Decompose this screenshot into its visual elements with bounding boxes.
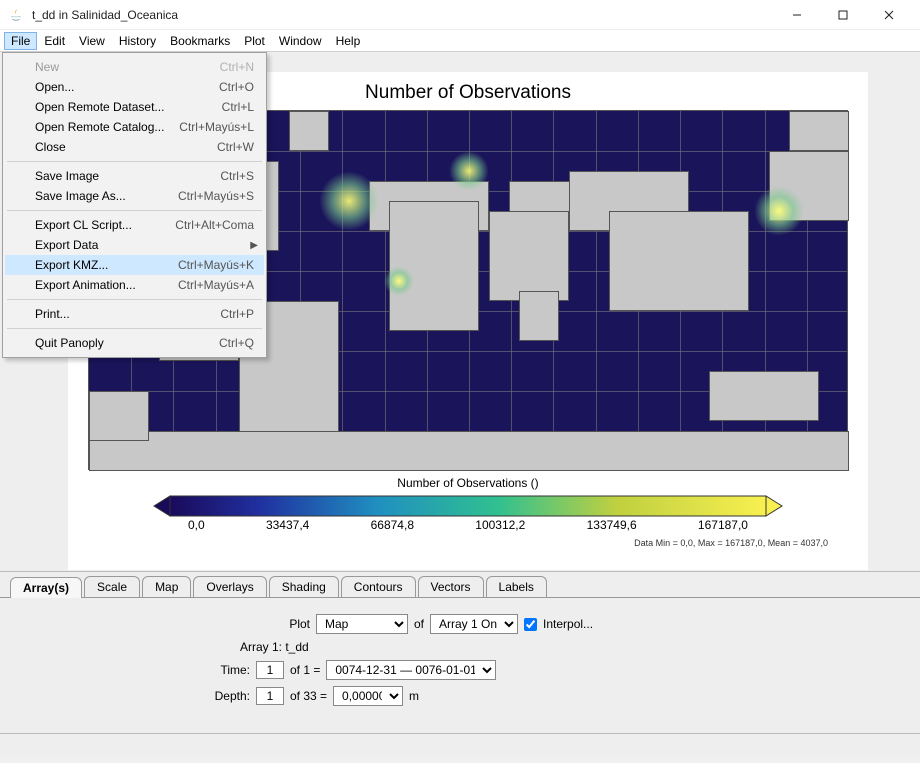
tick-5: 167187,0 bbox=[698, 518, 748, 532]
window-title: t_dd in Salinidad_Oceanica bbox=[32, 8, 774, 22]
tab-contours[interactable]: Contours bbox=[341, 576, 416, 597]
of-label: of bbox=[414, 617, 424, 631]
menu-help[interactable]: Help bbox=[329, 32, 368, 50]
title-bar: t_dd in Salinidad_Oceanica bbox=[0, 0, 920, 30]
menu-view[interactable]: View bbox=[72, 32, 112, 50]
time-index-input[interactable] bbox=[256, 661, 284, 679]
depth-unit: m bbox=[409, 689, 419, 703]
tab-overlays[interactable]: Overlays bbox=[193, 576, 266, 597]
menu-bookmarks[interactable]: Bookmarks bbox=[163, 32, 237, 50]
tick-3: 100312,2 bbox=[475, 518, 525, 532]
tab-scale[interactable]: Scale bbox=[84, 576, 140, 597]
minimize-button[interactable] bbox=[774, 0, 820, 30]
maximize-button[interactable] bbox=[820, 0, 866, 30]
depth-index-input[interactable] bbox=[256, 687, 284, 705]
menu-item-export-cl-script[interactable]: Export CL Script...Ctrl+Alt+Coma bbox=[5, 215, 264, 235]
menu-item-open[interactable]: Open...Ctrl+O bbox=[5, 77, 264, 97]
file-dropdown: NewCtrl+NOpen...Ctrl+OOpen Remote Datase… bbox=[2, 52, 267, 358]
tick-2: 66874,8 bbox=[371, 518, 414, 532]
menu-item-open-remote-catalog[interactable]: Open Remote Catalog...Ctrl+Mayús+L bbox=[5, 117, 264, 137]
time-label: Time: bbox=[200, 663, 250, 677]
legend-title: Number of Observations () bbox=[78, 476, 858, 490]
tab-vectors[interactable]: Vectors bbox=[418, 576, 484, 597]
tab-arrays[interactable]: Array(s) bbox=[10, 577, 82, 598]
depth-value-select[interactable]: 0,00000 bbox=[333, 686, 403, 706]
time-value-select[interactable]: 0074-12-31 — 0076-01-01 bbox=[326, 660, 496, 680]
tab-labels[interactable]: Labels bbox=[486, 576, 547, 597]
menu-item-export-kmz[interactable]: Export KMZ...Ctrl+Mayús+K bbox=[5, 255, 264, 275]
time-of: of 1 = bbox=[290, 663, 320, 677]
menu-item-export-animation[interactable]: Export Animation...Ctrl+Mayús+A bbox=[5, 275, 264, 295]
menu-history[interactable]: History bbox=[112, 32, 163, 50]
tab-map[interactable]: Map bbox=[142, 576, 191, 597]
java-icon bbox=[8, 7, 24, 23]
menu-item-close[interactable]: CloseCtrl+W bbox=[5, 137, 264, 157]
array-select[interactable]: Array 1 Only bbox=[430, 614, 518, 634]
plot-label: Plot bbox=[200, 617, 310, 631]
interpolate-label: Interpol... bbox=[543, 617, 593, 631]
menu-window[interactable]: Window bbox=[272, 32, 329, 50]
menu-item-open-remote-dataset[interactable]: Open Remote Dataset...Ctrl+L bbox=[5, 97, 264, 117]
status-bar bbox=[0, 733, 920, 755]
stats-line: Data Min = 0,0, Max = 167187,0, Mean = 4… bbox=[78, 538, 858, 548]
tick-1: 33437,4 bbox=[266, 518, 309, 532]
menu-file[interactable]: File bbox=[4, 32, 37, 50]
menu-bar: File Edit View History Bookmarks Plot Wi… bbox=[0, 30, 920, 52]
tick-0: 0,0 bbox=[188, 518, 205, 532]
legend-ticks: 0,0 33437,4 66874,8 100312,2 133749,6 16… bbox=[168, 518, 768, 532]
menu-plot[interactable]: Plot bbox=[237, 32, 272, 50]
tick-4: 133749,6 bbox=[587, 518, 637, 532]
plot-type-select[interactable]: Map bbox=[316, 614, 408, 634]
menu-item-print[interactable]: Print...Ctrl+P bbox=[5, 304, 264, 324]
depth-of: of 33 = bbox=[290, 689, 327, 703]
array-header: Array 1: t_dd bbox=[240, 640, 309, 654]
menu-item-export-data[interactable]: Export Data▶ bbox=[5, 235, 264, 255]
tab-shading[interactable]: Shading bbox=[269, 576, 339, 597]
tabs-strip: Array(s) Scale Map Overlays Shading Cont… bbox=[0, 572, 920, 598]
interpolate-checkbox[interactable] bbox=[524, 618, 537, 631]
color-legend bbox=[78, 494, 858, 518]
menu-edit[interactable]: Edit bbox=[37, 32, 72, 50]
controls-panel: Plot Map of Array 1 Only Interpol... Arr… bbox=[0, 598, 920, 733]
menu-item-quit-panoply[interactable]: Quit PanoplyCtrl+Q bbox=[5, 333, 264, 353]
menu-item-save-image-as[interactable]: Save Image As...Ctrl+Mayús+S bbox=[5, 186, 264, 206]
menu-item-save-image[interactable]: Save ImageCtrl+S bbox=[5, 166, 264, 186]
depth-label: Depth: bbox=[200, 689, 250, 703]
close-button[interactable] bbox=[866, 0, 912, 30]
menu-item-new: NewCtrl+N bbox=[5, 57, 264, 77]
